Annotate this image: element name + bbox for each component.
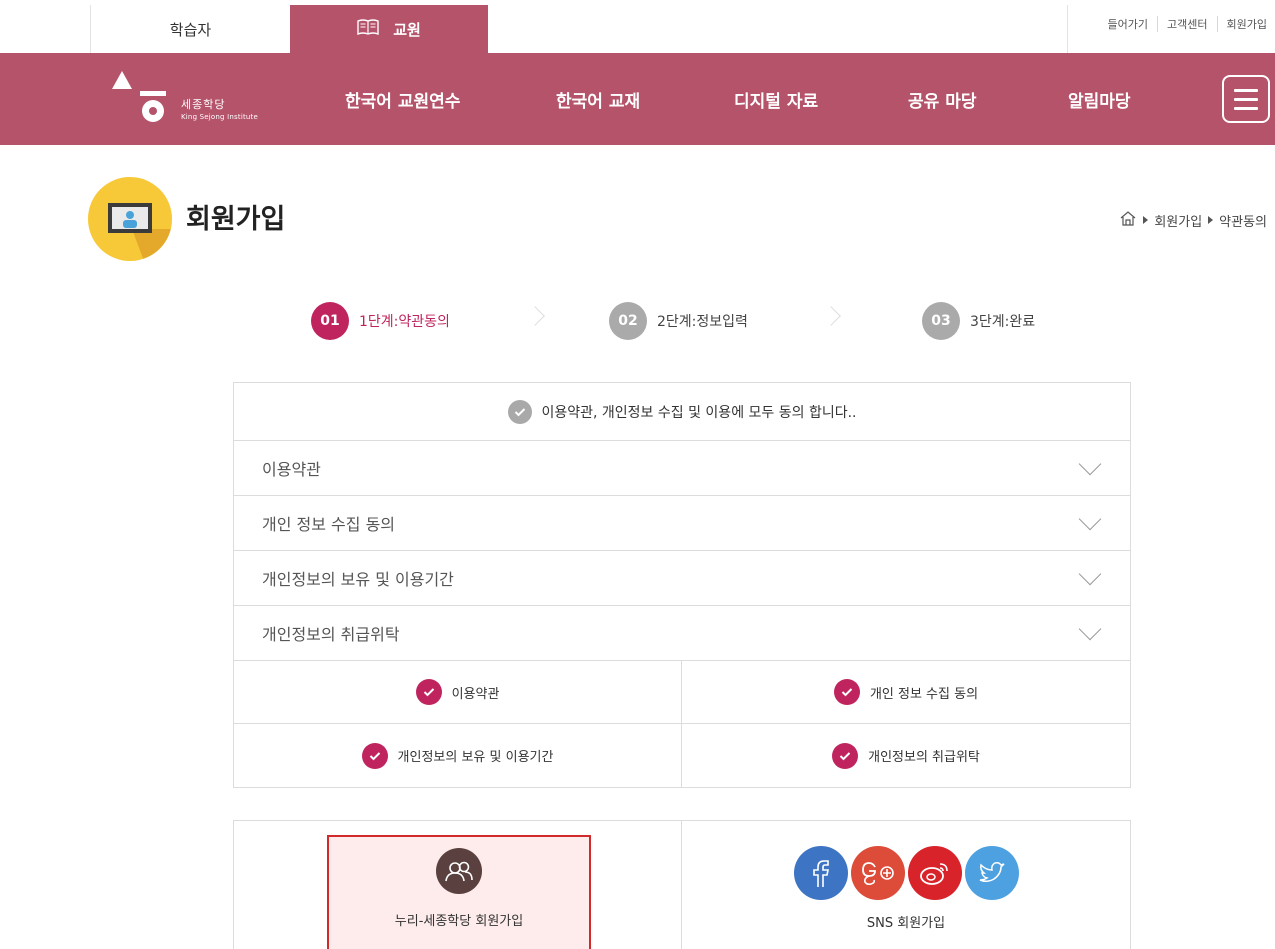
nuri-signup-button[interactable]: 누리-세종학당 회원가입: [327, 835, 591, 949]
divider: [1067, 5, 1068, 53]
facebook-icon[interactable]: [794, 846, 848, 900]
breadcrumb-item[interactable]: 회원가입: [1154, 211, 1202, 230]
step-number: 03: [922, 302, 960, 340]
nav-label: 한국어 교재: [556, 91, 641, 112]
google-plus-icon[interactable]: [851, 846, 905, 900]
logo-subtext: King Sejong Institute: [181, 113, 258, 121]
nav-teacher-training[interactable]: 한국어 교원연수: [345, 53, 460, 145]
nav-sharing[interactable]: 공유 마당: [908, 53, 976, 145]
logo-text: 세종학당: [181, 98, 226, 111]
step-number: 02: [609, 302, 647, 340]
check-label: 개인 정보 수집 동의: [869, 686, 979, 702]
check-icon: [507, 399, 532, 424]
nav-notices[interactable]: 알림마당: [1068, 53, 1131, 145]
tab-learner-label: 학습자: [169, 20, 212, 39]
step-label: 1단계:약관동의: [359, 314, 450, 330]
nav-label: 공유 마당: [908, 91, 977, 112]
breadcrumb-arrow-icon: [1208, 216, 1214, 224]
accordion-privacy-collection[interactable]: 개인 정보 수집 동의: [234, 496, 1130, 551]
step-2: 02 2단계:정보입력: [609, 302, 748, 340]
step-chevron-icon: [525, 306, 545, 326]
sns-signup-label: SNS 회원가입: [866, 916, 946, 931]
nav-textbooks[interactable]: 한국어 교재: [556, 53, 640, 145]
join-left-panel: 누리-세종학당 회원가입: [234, 821, 682, 949]
agreement-box: 이용약관, 개인정보 수집 및 이용에 모두 동의 합니다.. 이용약관 개인 …: [233, 382, 1131, 788]
main-header: 세종학당 King Sejong Institute 한국어 교원연수 한국어 …: [0, 53, 1275, 145]
divider: [1216, 16, 1218, 32]
accordion-label: 개인정보의 보유 및 이용기간: [262, 570, 454, 589]
agree-all-label: 이용약관, 개인정보 수집 및 이용에 모두 동의 합니다..: [541, 404, 857, 421]
breadcrumb-arrow-icon: [1143, 216, 1149, 224]
step-chevron-icon: [821, 306, 841, 326]
step-label: 2단계:정보입력: [657, 314, 748, 330]
breadcrumb-item: 약관동의: [1219, 214, 1267, 230]
accordion-label: 개인 정보 수집 동의: [262, 515, 396, 534]
accordion-label: 이용약관: [262, 460, 321, 479]
agreement-checks: 이용약관 개인 정보 수집 동의 개인정보의 보유 및 이용기간 개인정보의 취…: [234, 661, 1130, 787]
logo-mark-icon: [112, 71, 166, 122]
book-icon: [357, 19, 379, 39]
tab-teacher-label: 교원: [393, 20, 421, 39]
step-1: 01 1단계:약관동의: [311, 302, 450, 340]
chevron-down-icon: [1078, 562, 1102, 586]
check-privacy-collection[interactable]: 개인 정보 수집 동의: [682, 661, 1130, 724]
nav-label: 알림마당: [1068, 91, 1131, 112]
check-retention-period[interactable]: 개인정보의 보유 및 이용기간: [234, 724, 682, 787]
step-number: 01: [311, 302, 349, 340]
tab-learner[interactable]: 학습자: [90, 5, 290, 53]
step-label: 3단계:완료: [970, 314, 1036, 330]
check-icon: [361, 742, 388, 769]
breadcrumb: 회원가입 약관동의: [1119, 210, 1267, 230]
hamburger-icon[interactable]: [1222, 75, 1270, 123]
page-title: 회원가입: [186, 204, 286, 235]
agree-all-checkbox[interactable]: 이용약관, 개인정보 수집 및 이용에 모두 동의 합니다..: [234, 383, 1130, 441]
nav-label: 디지털 자료: [734, 91, 819, 112]
chevron-down-icon: [1078, 617, 1102, 641]
check-label: 이용약관: [451, 686, 500, 702]
home-icon[interactable]: [1119, 210, 1137, 230]
join-options: 누리-세종학당 회원가입 SNS 회원가입: [233, 820, 1131, 949]
nav-digital-resources[interactable]: 디지털 자료: [734, 53, 818, 145]
chevron-down-icon: [1078, 452, 1102, 476]
nuri-signup-label: 누리-세종학당 회원가입: [394, 914, 524, 929]
login-link[interactable]: 들어가기: [1108, 16, 1148, 32]
monitor-user-icon: [88, 177, 172, 261]
check-icon: [832, 742, 859, 769]
users-icon: [436, 848, 482, 894]
nav-label: 한국어 교원연수: [345, 91, 461, 112]
tab-teacher[interactable]: 교원: [290, 5, 488, 53]
logo[interactable]: 세종학당 King Sejong Institute: [106, 69, 291, 129]
utility-links: 들어가기 고객센터 회원가입: [1108, 16, 1267, 32]
customer-center-link[interactable]: 고객센터: [1167, 16, 1207, 32]
check-terms[interactable]: 이용약관: [234, 661, 682, 724]
check-label: 개인정보의 취급위탁: [868, 750, 980, 765]
top-tab-bar: 학습자 교원 들어가기 고객센터 회원가입: [0, 0, 1275, 53]
accordion-retention-period[interactable]: 개인정보의 보유 및 이용기간: [234, 551, 1130, 606]
signup-link[interactable]: 회원가입: [1227, 16, 1267, 32]
check-icon: [833, 679, 860, 705]
accordion-label: 개인정보의 취급위탁: [262, 625, 400, 644]
divider: [1157, 16, 1159, 32]
sns-icon-group: [794, 846, 1019, 900]
step-3: 03 3단계:완료: [922, 302, 1035, 340]
check-label: 개인정보의 보유 및 이용기간: [397, 750, 554, 765]
chevron-down-icon: [1078, 507, 1102, 531]
weibo-icon[interactable]: [908, 846, 962, 900]
join-right-panel: SNS 회원가입: [682, 821, 1130, 949]
accordion-consignment[interactable]: 개인정보의 취급위탁: [234, 606, 1130, 661]
check-icon: [415, 679, 442, 705]
twitter-icon[interactable]: [965, 846, 1019, 900]
check-consignment[interactable]: 개인정보의 취급위탁: [682, 724, 1130, 787]
accordion-terms[interactable]: 이용약관: [234, 441, 1130, 496]
